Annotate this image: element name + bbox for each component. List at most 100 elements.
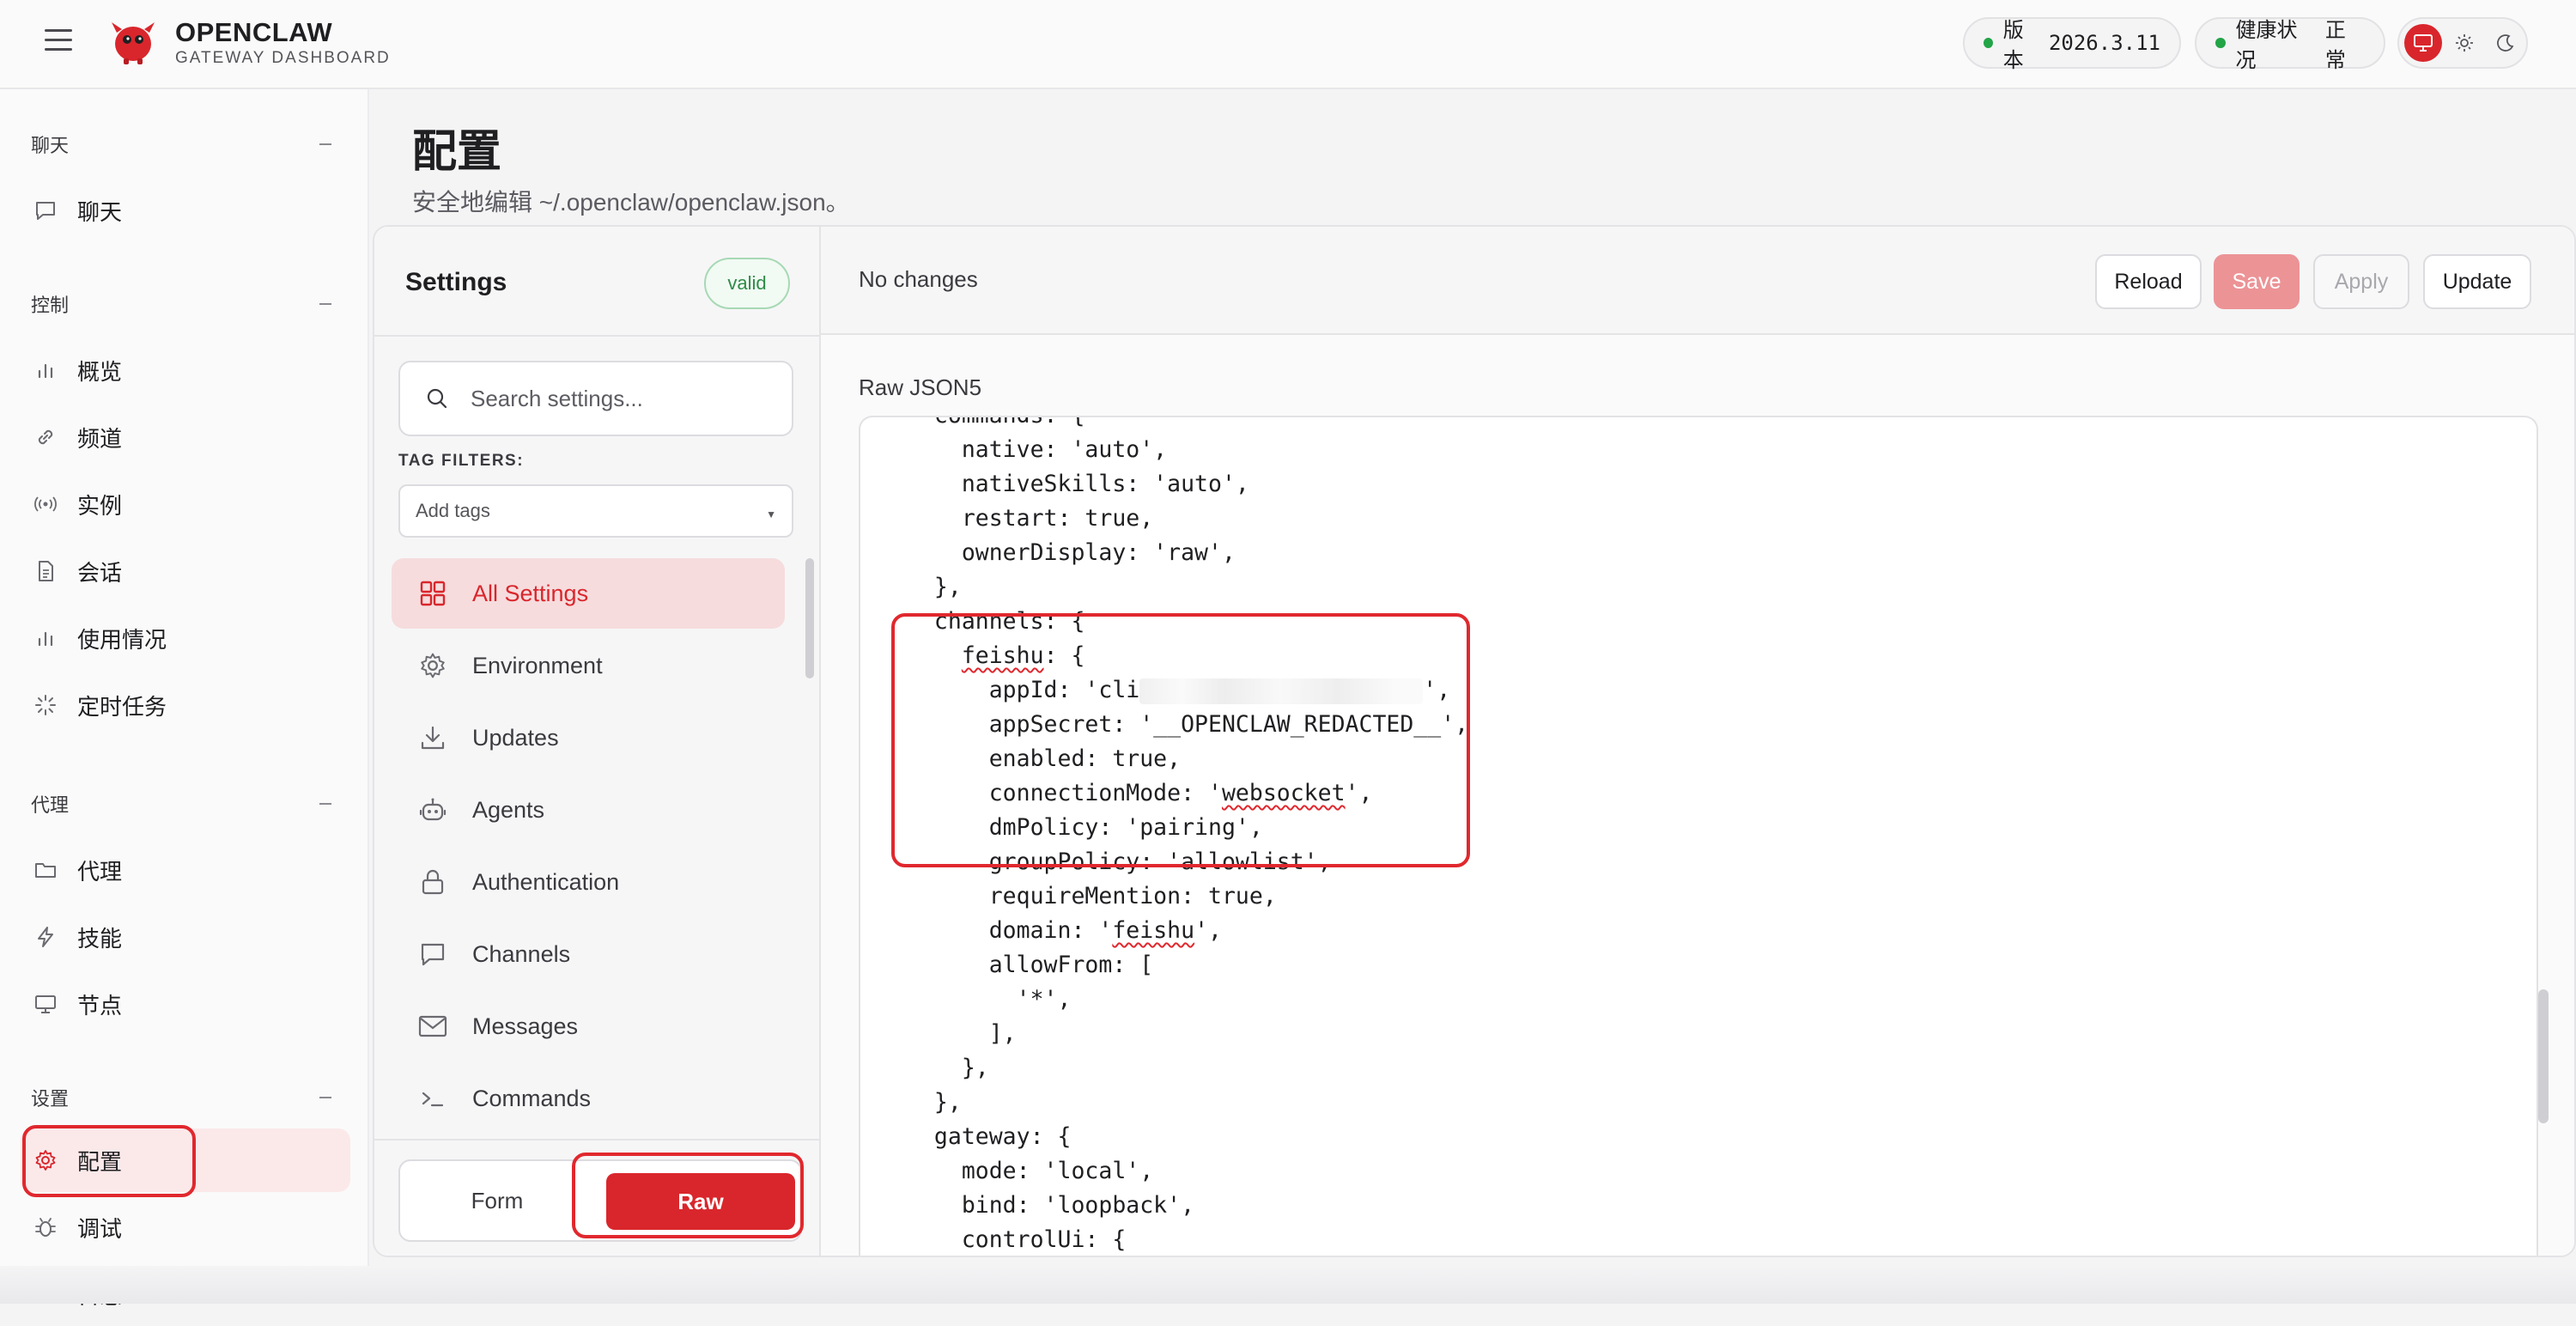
category-agents[interactable]: Agents (392, 775, 785, 845)
menu-icon[interactable] (45, 29, 72, 52)
tag-placeholder: Add tags (416, 500, 490, 521)
editor-toolbar: No changes Reload Save Apply Update (821, 227, 2574, 335)
sidebar-item-cron[interactable]: 定时任务 (21, 673, 350, 737)
code-line: }, (907, 1055, 989, 1081)
lightning-icon (33, 924, 58, 950)
sidebar-item-debug[interactable]: 调试 (21, 1195, 350, 1259)
tag-filter-select[interactable]: Add tags ▼ (398, 484, 793, 538)
sidebar-item-usage[interactable]: 使用情况 (21, 606, 350, 670)
sidebar-section-label: 聊天 (31, 135, 70, 156)
sidebar-item-label: 实例 (77, 492, 123, 519)
theme-light-button[interactable] (2445, 24, 2483, 62)
monitor-icon (33, 991, 58, 1017)
collapse-icon[interactable] (319, 1097, 331, 1098)
sidebar-item-nodes[interactable]: 节点 (21, 972, 350, 1036)
category-messages[interactable]: Messages (392, 991, 785, 1061)
theme-dark-button[interactable] (2487, 24, 2524, 62)
sidebar-item-instances[interactable]: 实例 (21, 472, 350, 536)
folder-icon (33, 857, 58, 883)
code-line: }, (907, 1089, 962, 1116)
radio-broadcast-icon (33, 491, 58, 517)
category-label: Agents (472, 796, 545, 823)
code-line: bind: 'loopback', (907, 1192, 1195, 1219)
save-button[interactable]: Save (2214, 254, 2300, 309)
status-dot-icon (1984, 38, 1993, 48)
category-authentication[interactable]: Authentication (392, 847, 785, 917)
sidebar-item-label: 频道 (77, 425, 123, 452)
collapse-icon[interactable] (319, 303, 331, 305)
sidebar-item-label: 定时任务 (77, 693, 167, 720)
terminal-icon (417, 1083, 448, 1114)
status-dot-icon (2215, 38, 2226, 48)
highlight-outline (22, 1125, 196, 1197)
settings-category-list: All Settings Environment Updates Agents … (374, 558, 821, 1128)
category-commands[interactable]: Commands (392, 1063, 785, 1128)
loader-icon (33, 692, 58, 718)
theme-system-button[interactable] (2404, 24, 2442, 62)
sidebar-item-agents[interactable]: 代理 (21, 838, 350, 902)
sidebar-item-label: 节点 (77, 992, 123, 1019)
sidebar-item-chat[interactable]: 聊天 (21, 179, 350, 242)
collapse-icon[interactable] (319, 143, 331, 145)
sidebar: 聊天 聊天 控制 概览 频道 实例 会话 使用情况 定时任务 代理 代理 技能 (0, 89, 369, 1309)
sidebar-item-skills[interactable]: 技能 (21, 905, 350, 969)
update-button[interactable]: Update (2423, 254, 2531, 309)
tag-filters-label: TAG FILTERS: (398, 452, 525, 470)
editor-scrollbar[interactable] (2538, 989, 2549, 1123)
settings-title: Settings (405, 268, 507, 296)
version-label: 版本 (2002, 19, 2024, 72)
search-settings-input[interactable]: Search settings... (398, 361, 793, 436)
category-channels[interactable]: Channels (392, 919, 785, 989)
category-label: Authentication (472, 868, 620, 895)
sidebar-section-label: 设置 (31, 1088, 70, 1110)
collapse-icon[interactable] (319, 803, 331, 805)
category-all-settings[interactable]: All Settings (392, 558, 785, 629)
openclaw-logo-icon (108, 17, 158, 65)
health-value: 正常 (2324, 19, 2346, 72)
sidebar-item-label: 聊天 (77, 198, 123, 225)
editor-panel: No changes Reload Save Apply Update Raw … (821, 227, 2574, 1256)
download-icon (417, 722, 448, 753)
category-label: Channels (472, 940, 571, 967)
robot-icon (417, 794, 448, 825)
grid-icon (417, 578, 448, 609)
sidebar-item-channels[interactable]: 频道 (21, 405, 350, 469)
sidebar-item-label: 代理 (77, 858, 123, 885)
category-environment[interactable]: Environment (392, 630, 785, 701)
sidebar-item-label: 概览 (77, 358, 123, 385)
sidebar-item-sessions[interactable]: 会话 (21, 539, 350, 603)
top-header: OPENCLAW GATEWAY DASHBOARD 版本 2026.3.11 … (0, 0, 2576, 89)
search-placeholder: Search settings... (471, 385, 643, 411)
sidebar-section-label: 控制 (31, 295, 70, 316)
form-mode-button[interactable]: Form (400, 1161, 594, 1240)
health-badge: 健康状况 正常 (2195, 17, 2385, 72)
category-label: All Settings (472, 580, 589, 606)
highlight-outline (891, 613, 1470, 867)
code-line: commands: { (907, 417, 1085, 433)
category-updates[interactable]: Updates (392, 703, 785, 773)
chat-bubble-icon (417, 939, 448, 970)
link-icon (33, 424, 58, 450)
code-line: restart: true, (907, 505, 1154, 532)
category-scrollbar[interactable] (805, 558, 814, 678)
code-line: nativeSkills: 'auto', (907, 471, 1249, 497)
category-label: Messages (472, 1013, 579, 1039)
mail-icon (417, 1011, 448, 1042)
page-title: 配置 (412, 127, 502, 177)
settings-panel: Settings valid Search settings... TAG FI… (374, 227, 821, 1256)
brand-title: OPENCLAW (175, 17, 333, 47)
raw-json-editor[interactable]: commands: { native: 'auto', nativeSkills… (859, 416, 2538, 1256)
code-line: gateway: { (907, 1123, 1072, 1150)
settings-header: Settings valid (374, 227, 821, 337)
reload-button[interactable]: Reload (2095, 254, 2202, 309)
gear-icon (417, 650, 448, 681)
document-icon (33, 558, 58, 584)
sidebar-item-label: 会话 (77, 559, 123, 586)
sidebar-item-overview[interactable]: 概览 (21, 338, 350, 402)
config-card: Settings valid Search settings... TAG FI… (373, 225, 2576, 1257)
apply-button[interactable]: Apply (2313, 254, 2409, 309)
highlight-outline (572, 1153, 804, 1238)
bar-chart-icon (33, 357, 58, 383)
code-line: mode: 'local', (907, 1158, 1154, 1184)
raw-json5-label: Raw JSON5 (859, 374, 982, 400)
